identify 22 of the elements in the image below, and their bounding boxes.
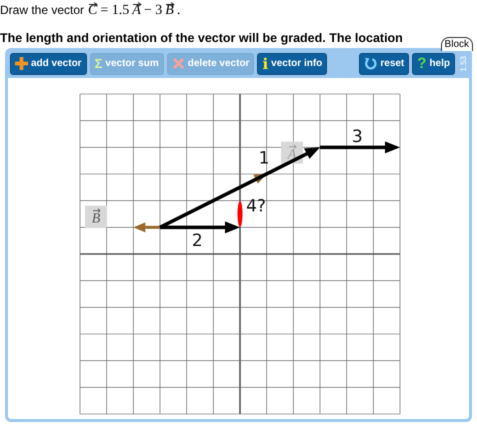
vector-arrow-icon <box>133 2 142 7</box>
instruction-text: The length and orientation of the vector will be graded. The location <box>0 30 403 47</box>
step-label: 2 <box>192 231 203 251</box>
toolbar-button[interactable]: add vector <box>10 52 87 74</box>
vector-arrow-icon <box>166 2 176 7</box>
angle-marker <box>238 201 242 227</box>
reset-button[interactable]: reset <box>359 52 410 74</box>
vector-label: B <box>85 206 107 228</box>
vector-arrow-icon <box>89 2 98 7</box>
formula: C = 1.5 A − 3 B . <box>88 3 180 19</box>
reset-icon <box>364 57 378 70</box>
version-label: 1.53 <box>459 56 468 72</box>
step-label: 4? <box>246 196 266 216</box>
info-icon: i <box>262 56 268 70</box>
step-label: 3 <box>352 127 363 147</box>
block-tab[interactable]: Block <box>440 37 473 51</box>
help-button[interactable]: ? help <box>412 52 455 74</box>
plus-icon <box>15 57 28 70</box>
question-text: Draw the vector <box>0 2 84 18</box>
sigma-icon: Σ <box>94 56 102 70</box>
help-icon: ? <box>417 56 426 70</box>
cross-icon <box>172 57 185 70</box>
